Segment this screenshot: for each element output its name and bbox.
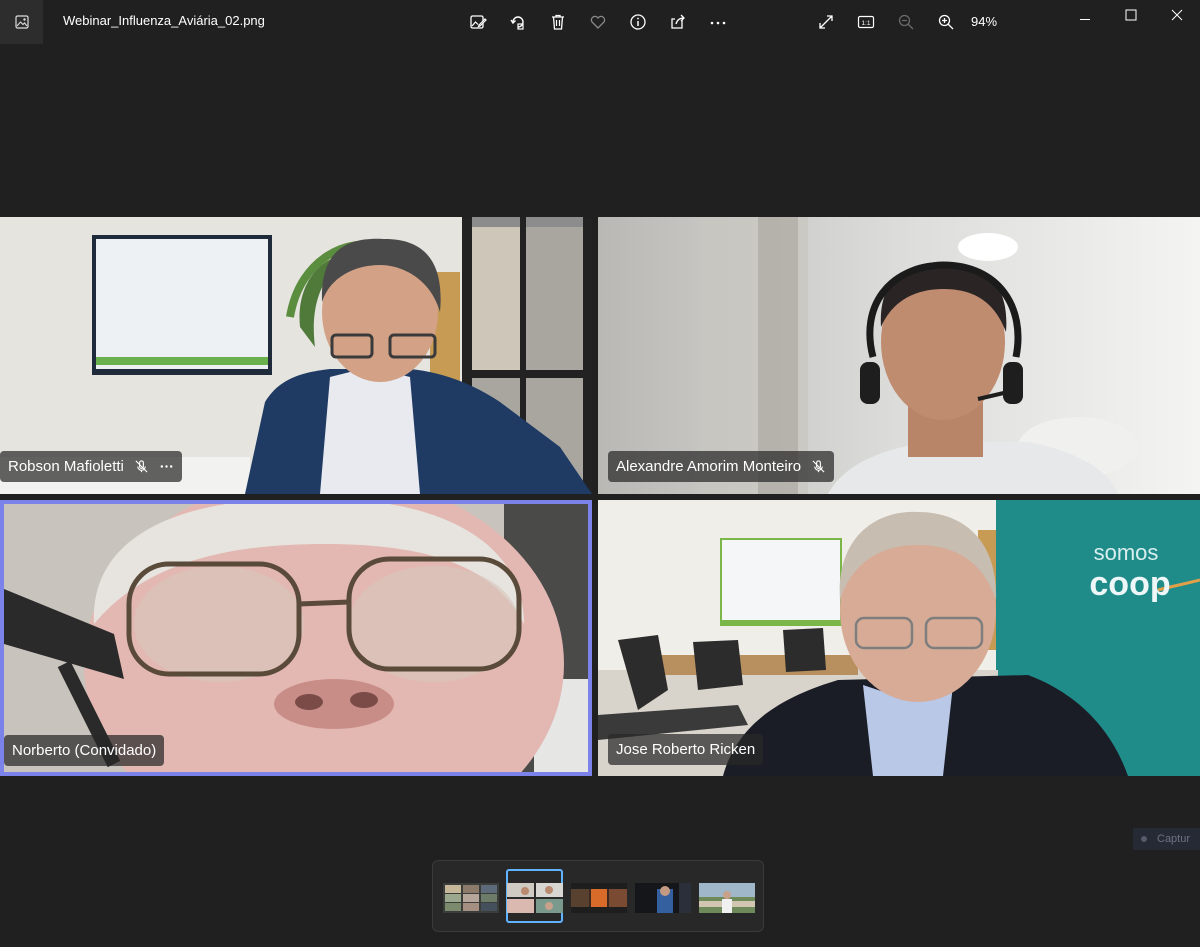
info-icon	[630, 14, 646, 30]
close-icon	[1171, 9, 1183, 21]
share-icon	[671, 14, 685, 29]
zoom-out-button[interactable]	[894, 10, 918, 34]
thumbnail-image	[507, 883, 563, 913]
minimize-icon	[1080, 19, 1090, 20]
video-tile-norberto[interactable]: Norberto (Convidado)	[0, 500, 592, 776]
more-button[interactable]	[706, 10, 730, 34]
more-options-icon[interactable]	[159, 459, 174, 474]
more-icon	[710, 21, 726, 25]
edit-image-button[interactable]	[466, 10, 490, 34]
thumbnail-1[interactable]	[443, 883, 499, 913]
filmstrip	[432, 860, 764, 932]
mic-muted-icon	[812, 460, 825, 473]
delete-button[interactable]	[546, 10, 570, 34]
file-name: Webinar_Influenza_Aviária_02.png	[63, 13, 265, 28]
capture-tag[interactable]: Captur	[1133, 828, 1200, 850]
video-tile-jose-roberto[interactable]: somos coop Jose Roberto Ricken	[598, 500, 1200, 776]
delete-icon	[552, 14, 564, 30]
favorite-icon	[590, 15, 606, 29]
participant-name-tag: Jose Roberto Ricken	[608, 734, 764, 765]
zoom-in-icon	[938, 14, 954, 30]
video-tile-alexandre[interactable]: Alexandre Amorim Monteiro	[598, 217, 1200, 494]
participant-name-tag: Robson Mafioletti	[0, 451, 182, 482]
close-button[interactable]	[1154, 0, 1200, 30]
video-tile-robson[interactable]: Robson Mafioletti	[0, 217, 592, 494]
mic-muted-icon	[135, 460, 148, 473]
actual-size-button[interactable]: 1:1	[854, 10, 878, 34]
title-bar: Webinar_Influenza_Aviária_02.png 1:1 94%	[0, 0, 1200, 44]
participant-name-tag: Norberto (Convidado)	[4, 735, 165, 766]
thumbnail-3[interactable]	[571, 883, 627, 913]
zoom-in-button[interactable]	[934, 10, 958, 34]
thumbnail-image	[443, 883, 499, 913]
edit-image-icon	[470, 15, 487, 29]
favorite-button[interactable]	[586, 10, 610, 34]
capture-label: Captur	[1157, 833, 1191, 845]
maximize-button[interactable]	[1108, 0, 1154, 30]
participant-name: Jose Roberto Ricken	[616, 741, 756, 758]
actual-size-label: 1:1	[861, 20, 870, 27]
rotate-icon	[510, 16, 524, 30]
image-icon	[14, 15, 29, 29]
thumbnail-image	[699, 883, 755, 913]
participant-name: Norberto (Convidado)	[12, 742, 157, 759]
minimize-button[interactable]	[1062, 0, 1108, 30]
thumbnail-4[interactable]	[635, 883, 691, 913]
maximize-icon	[1125, 9, 1137, 21]
branding-line1: somos	[1094, 540, 1159, 565]
participant-name-tag: Alexandre Amorim Monteiro	[608, 451, 835, 482]
thumbnail-image	[635, 883, 691, 913]
participant-name: Robson Mafioletti	[8, 458, 124, 475]
participant-video	[4, 504, 588, 772]
fullscreen-button[interactable]	[814, 10, 838, 34]
info-button[interactable]	[626, 10, 650, 34]
capture-dot-icon	[1141, 836, 1147, 842]
participant-name: Alexandre Amorim Monteiro	[616, 458, 802, 475]
branding-line2: coop	[1089, 565, 1170, 603]
rotate-button[interactable]	[506, 10, 530, 34]
thumbnail-5[interactable]	[699, 883, 755, 913]
fullscreen-icon	[819, 15, 833, 29]
share-button[interactable]	[666, 10, 690, 34]
photos-app-icon[interactable]	[0, 0, 43, 44]
zoom-level: 94%	[971, 14, 998, 29]
zoom-out-icon	[898, 14, 914, 30]
actual-size-icon: 1:1	[857, 15, 875, 29]
thumbnail-2[interactable]	[507, 883, 563, 913]
thumbnail-image	[571, 883, 627, 913]
